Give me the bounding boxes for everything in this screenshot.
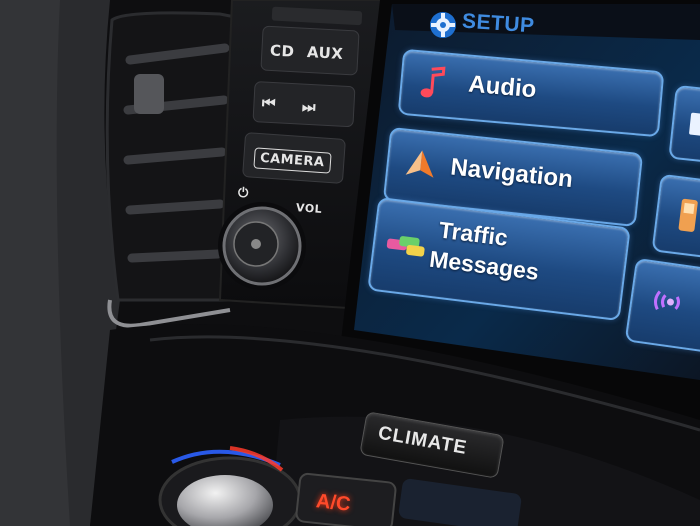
- traffic-label-line2: Messages: [427, 245, 541, 285]
- ac-button[interactable]: A/C: [315, 490, 352, 516]
- side-menu-button-3[interactable]: [624, 257, 700, 355]
- gear-icon: [430, 12, 456, 38]
- car-interior-scene: CD AUX ⏮ ⏭ CAMERA ⏻ VOL SETUP Audio Navi…: [0, 0, 700, 526]
- climate-label: CLIMATE: [376, 422, 469, 459]
- document-icon: [689, 112, 700, 136]
- side-menu-button-1[interactable]: [668, 84, 700, 166]
- audio-label: Audio: [467, 70, 538, 104]
- side-menu-button-2[interactable]: [651, 173, 700, 261]
- screen-title: SETUP: [461, 9, 536, 38]
- audio-button[interactable]: Audio: [397, 48, 665, 138]
- navigation-arrow-icon: [405, 150, 434, 178]
- bluetooth-signal-icon: [654, 290, 680, 310]
- phone-icon: [678, 198, 698, 232]
- traffic-cars-icon: [386, 236, 425, 257]
- navigation-label: Navigation: [449, 153, 575, 194]
- music-note-icon: [420, 66, 446, 98]
- setup-screen: SETUP Audio Navigation Traffic Messages: [0, 0, 700, 526]
- traffic-label-line1: Traffic: [437, 216, 510, 251]
